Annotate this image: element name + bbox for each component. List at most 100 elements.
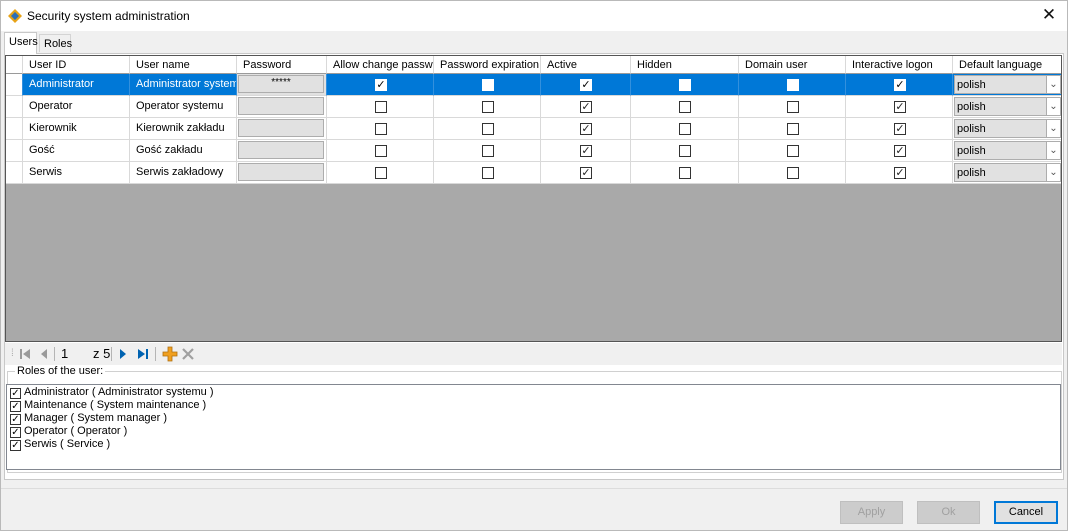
checkbox[interactable]: ✓ [580, 123, 592, 135]
checkbox[interactable] [375, 123, 387, 135]
checkbox[interactable] [375, 101, 387, 113]
language-select[interactable]: polish ⌄ [954, 163, 1061, 182]
cell-user-name[interactable]: Kierownik zakładu [130, 118, 237, 140]
column-header-active[interactable]: Active [541, 56, 631, 74]
table-row[interactable]: Operator Operator systemu ✓ ✓ polish ⌄ [6, 96, 1061, 118]
checkbox[interactable] [482, 145, 494, 157]
chevron-down-icon[interactable]: ⌄ [1046, 98, 1060, 115]
cell-user-name[interactable]: Serwis zakładowy [130, 162, 237, 184]
cell-user-name[interactable]: Administrator systemu [130, 74, 237, 96]
checkbox[interactable] [679, 101, 691, 113]
checkbox[interactable]: ✓ [580, 101, 592, 113]
role-checkbox[interactable]: ✓ [10, 401, 21, 412]
delete-record-icon[interactable] [181, 346, 195, 362]
password-button[interactable] [238, 119, 324, 137]
cell-user-name[interactable]: Gość zakładu [130, 140, 237, 162]
checkbox[interactable]: ✓ [580, 145, 592, 157]
password-button[interactable] [238, 141, 324, 159]
role-checkbox[interactable]: ✓ [10, 427, 21, 438]
tab-roles[interactable]: Roles [39, 34, 72, 52]
chevron-down-icon[interactable]: ⌄ [1046, 164, 1060, 181]
cell-user-id[interactable]: Gość [23, 140, 130, 162]
position-field[interactable]: 1 [61, 346, 91, 362]
column-header-allow-change-password[interactable]: Allow change password [327, 56, 434, 74]
column-header-password[interactable]: Password [237, 56, 327, 74]
password-button[interactable] [238, 163, 324, 181]
tab-users[interactable]: Users [4, 32, 38, 54]
checkbox[interactable] [482, 79, 494, 91]
password-button[interactable]: ***** [238, 75, 324, 93]
table-row[interactable]: Kierownik Kierownik zakładu ✓ ✓ polish ⌄ [6, 118, 1061, 140]
first-record-icon[interactable] [18, 346, 32, 362]
checkbox[interactable]: ✓ [580, 79, 592, 91]
list-item[interactable]: ✓ Maintenance ( System maintenance ) [10, 399, 206, 412]
table-row[interactable]: Serwis Serwis zakładowy ✓ ✓ polish ⌄ [6, 162, 1061, 184]
list-item[interactable]: ✓ Manager ( System manager ) [10, 412, 167, 425]
checkbox[interactable]: ✓ [375, 79, 387, 91]
role-checkbox[interactable]: ✓ [10, 440, 21, 451]
checkbox[interactable] [679, 145, 691, 157]
close-button[interactable]: ✕ [1035, 2, 1063, 28]
cell-user-name[interactable]: Operator systemu [130, 96, 237, 118]
ok-button[interactable]: Ok [917, 501, 980, 524]
checkbox[interactable] [787, 79, 799, 91]
checkbox[interactable] [482, 123, 494, 135]
checkbox[interactable] [787, 145, 799, 157]
cell-user-id[interactable]: Kierownik [23, 118, 130, 140]
language-select[interactable]: polish ⌄ [954, 119, 1061, 138]
checkbox[interactable]: ✓ [894, 79, 906, 91]
list-item[interactable]: ✓ Operator ( Operator ) [10, 425, 127, 438]
column-header-interactive-logon[interactable]: Interactive logon [846, 56, 953, 74]
add-record-icon[interactable] [162, 346, 178, 362]
checkbox[interactable] [787, 123, 799, 135]
column-header-user-name[interactable]: User name [130, 56, 237, 74]
list-item[interactable]: ✓ Administrator ( Administrator systemu ) [10, 386, 214, 399]
row-header[interactable] [6, 118, 23, 140]
column-header-password-expiration[interactable]: Password expiration [434, 56, 541, 74]
language-select[interactable]: polish ⌄ [954, 75, 1061, 94]
cell-user-id[interactable]: Operator [23, 96, 130, 118]
last-record-icon[interactable] [136, 346, 150, 362]
checkbox[interactable]: ✓ [894, 167, 906, 179]
column-header-default-language[interactable]: Default language [953, 56, 1061, 74]
password-button[interactable] [238, 97, 324, 115]
column-header-hidden[interactable]: Hidden [631, 56, 739, 74]
checkbox[interactable] [679, 123, 691, 135]
language-value: polish [957, 123, 986, 135]
row-header[interactable] [6, 140, 23, 162]
checkbox[interactable]: ✓ [580, 167, 592, 179]
checkbox[interactable] [482, 167, 494, 179]
row-header[interactable] [6, 96, 23, 118]
role-checkbox[interactable]: ✓ [10, 388, 21, 399]
table-row[interactable]: Gość Gość zakładu ✓ ✓ polish ⌄ [6, 140, 1061, 162]
column-header-user-id[interactable]: User ID [23, 56, 130, 74]
checkbox[interactable] [375, 167, 387, 179]
role-checkbox[interactable]: ✓ [10, 414, 21, 425]
language-select[interactable]: polish ⌄ [954, 141, 1061, 160]
row-header[interactable] [6, 74, 23, 96]
checkbox[interactable] [375, 145, 387, 157]
checkbox[interactable] [679, 79, 691, 91]
checkbox[interactable]: ✓ [894, 101, 906, 113]
previous-record-icon[interactable] [38, 346, 50, 362]
chevron-down-icon[interactable]: ⌄ [1046, 142, 1060, 159]
table-row[interactable]: Administrator Administrator systemu ***** ✓… [6, 74, 1061, 96]
cancel-button[interactable]: Cancel [994, 501, 1058, 524]
checkbox[interactable] [787, 101, 799, 113]
language-select[interactable]: polish ⌄ [954, 97, 1061, 116]
chevron-down-icon[interactable]: ⌄ [1046, 76, 1060, 93]
checkbox[interactable] [679, 167, 691, 179]
apply-button[interactable]: Apply [840, 501, 903, 524]
checkbox[interactable] [482, 101, 494, 113]
checkbox[interactable]: ✓ [894, 145, 906, 157]
column-header-domain-user[interactable]: Domain user [739, 56, 846, 74]
next-record-icon[interactable] [117, 346, 129, 362]
cell-user-id[interactable]: Administrator [23, 74, 130, 96]
checkbox[interactable] [787, 167, 799, 179]
list-item[interactable]: ✓ Serwis ( Service ) [10, 438, 110, 451]
chevron-down-icon[interactable]: ⌄ [1046, 120, 1060, 137]
cell-user-id[interactable]: Serwis [23, 162, 130, 184]
checkbox[interactable]: ✓ [894, 123, 906, 135]
row-header[interactable] [6, 162, 23, 184]
cell-active: ✓ [541, 140, 631, 162]
